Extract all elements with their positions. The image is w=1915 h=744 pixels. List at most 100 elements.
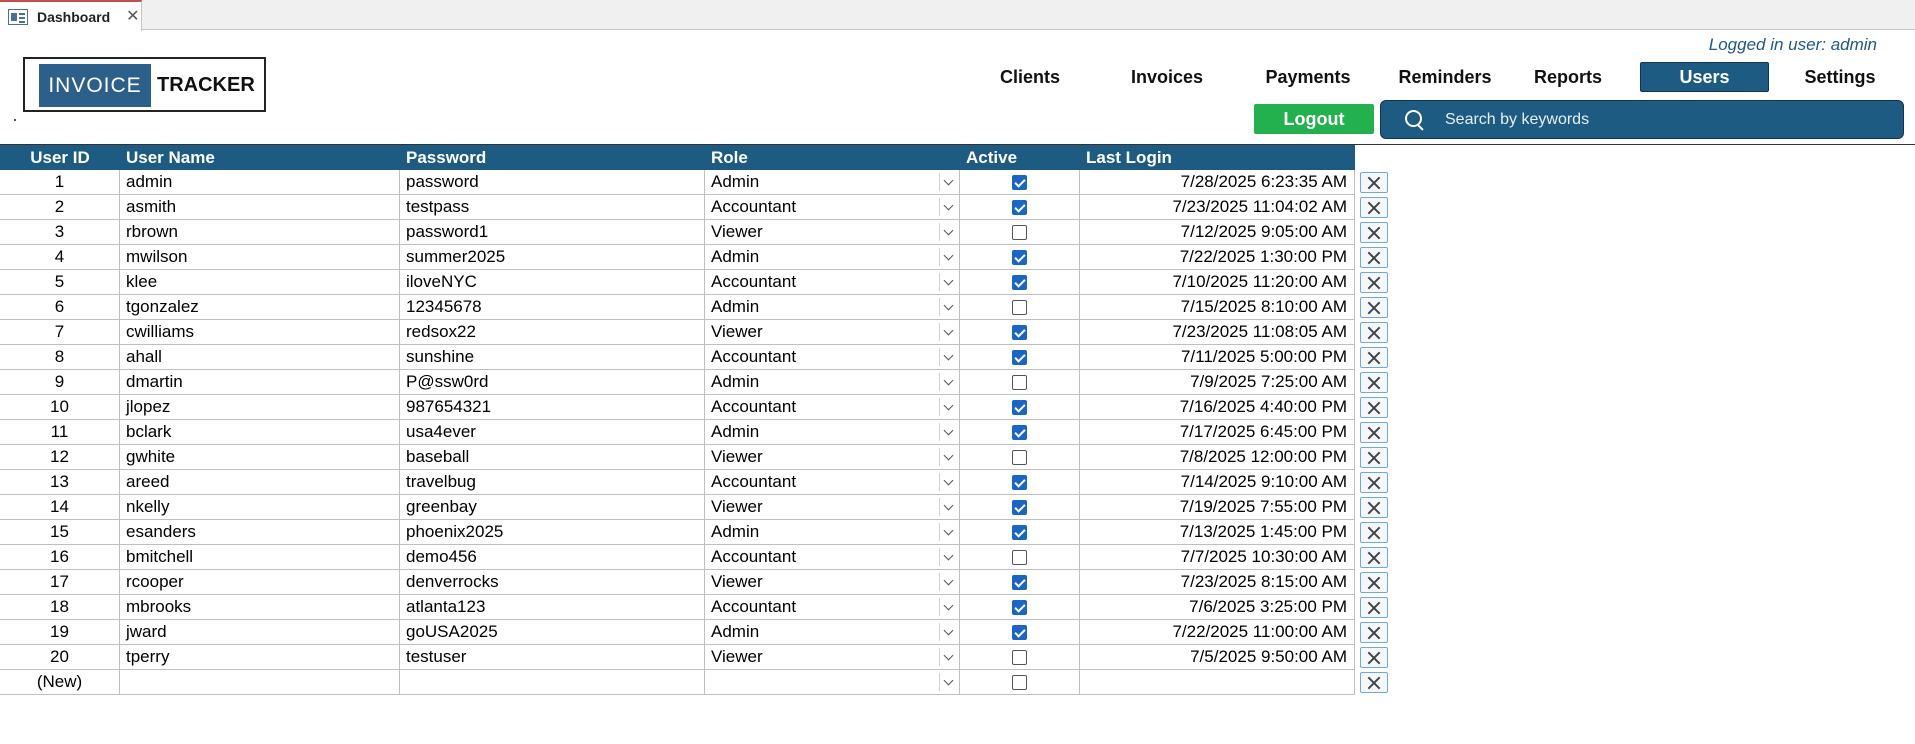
delete-row-button[interactable] [1360,572,1388,593]
cell-user-id[interactable]: 2 [0,195,120,220]
cell-user-id[interactable]: 6 [0,295,120,320]
cell-role[interactable]: Accountant [705,545,960,570]
active-checkbox[interactable] [1012,224,1027,240]
cell-user-name[interactable]: mwilson [120,245,400,270]
active-checkbox[interactable] [1012,549,1027,565]
logout-button[interactable]: Logout [1254,104,1374,134]
chevron-down-icon[interactable] [939,398,957,416]
cell-user-name[interactable]: cwilliams [120,320,400,345]
cell-user-id[interactable]: 16 [0,545,120,570]
delete-row-button[interactable] [1360,597,1388,618]
new-user-name[interactable] [120,670,400,695]
chevron-down-icon[interactable] [939,323,957,341]
cell-last-login[interactable]: 7/10/2025 11:20:00 AM [1080,270,1355,295]
table-row[interactable]: 14 nkelly greenbay Viewer 7/19/2025 7:55:00 … [0,495,1390,520]
cell-user-id[interactable]: 10 [0,395,120,420]
chevron-down-icon[interactable] [939,223,957,241]
cell-last-login[interactable]: 7/22/2025 11:00:00 AM [1080,620,1355,645]
active-checkbox[interactable] [1012,449,1027,465]
cell-user-name[interactable]: bclark [120,420,400,445]
cell-user-name[interactable]: rcooper [120,570,400,595]
active-checkbox[interactable] [1012,524,1027,540]
col-user-id[interactable]: User ID [0,145,120,170]
cell-last-login[interactable]: 7/7/2025 10:30:00 AM [1080,545,1355,570]
table-row[interactable]: 5 klee iloveNYC Accountant 7/10/2025 11:20:0… [0,270,1390,295]
cell-password[interactable]: baseball [400,445,705,470]
chevron-down-icon[interactable] [939,373,957,391]
cell-last-login[interactable]: 7/12/2025 9:05:00 AM [1080,220,1355,245]
active-checkbox[interactable] [1012,349,1027,365]
table-row[interactable]: 17 rcooper denverrocks Viewer 7/23/2025 8:15… [0,570,1390,595]
new-password[interactable] [400,670,705,695]
cell-user-id[interactable]: 11 [0,420,120,445]
cell-last-login[interactable]: 7/15/2025 8:10:00 AM [1080,295,1355,320]
cell-user-name[interactable]: ahall [120,345,400,370]
cell-password[interactable]: password1 [400,220,705,245]
new-role[interactable] [705,670,960,695]
cell-user-id[interactable]: 4 [0,245,120,270]
cell-user-name[interactable]: tperry [120,645,400,670]
cell-user-id[interactable]: 19 [0,620,120,645]
cell-user-id[interactable]: 5 [0,270,120,295]
cell-role[interactable]: Accountant [705,195,960,220]
cell-role[interactable]: Admin [705,620,960,645]
cell-password[interactable]: sunshine [400,345,705,370]
cell-password[interactable]: testpass [400,195,705,220]
nav-reports[interactable]: Reports [1518,62,1618,92]
cell-password[interactable]: summer2025 [400,245,705,270]
table-row[interactable]: 4 mwilson summer2025 Admin 7/22/2025 1:30:00… [0,245,1390,270]
chevron-down-icon[interactable] [939,598,957,616]
delete-row-button[interactable] [1360,297,1388,318]
chevron-down-icon[interactable] [939,448,957,466]
delete-row-button[interactable] [1360,497,1388,518]
cell-password[interactable]: 987654321 [400,395,705,420]
delete-row-button[interactable] [1360,397,1388,418]
table-row[interactable]: 19 jward goUSA2025 Admin 7/22/2025 11:00:00 … [0,620,1390,645]
active-checkbox[interactable] [1012,474,1027,490]
table-row[interactable]: 1 admin password Admin 7/28/2025 6:23:35 AM [0,170,1390,195]
col-password[interactable]: Password [406,145,696,170]
cell-user-name[interactable]: asmith [120,195,400,220]
active-checkbox[interactable] [1012,249,1027,265]
cell-user-name[interactable]: klee [120,270,400,295]
nav-clients[interactable]: Clients [980,62,1080,92]
delete-row-button[interactable] [1360,647,1388,668]
nav-users[interactable]: Users [1640,62,1769,92]
new-record-row[interactable]: (New) [0,670,1390,695]
cell-user-name[interactable]: nkelly [120,495,400,520]
cell-last-login[interactable]: 7/19/2025 7:55:00 PM [1080,495,1355,520]
cell-user-name[interactable]: dmartin [120,370,400,395]
cell-password[interactable]: demo456 [400,545,705,570]
active-checkbox[interactable] [1012,674,1027,690]
delete-row-button[interactable] [1360,522,1388,543]
new-last-login[interactable] [1080,670,1355,695]
cell-last-login[interactable]: 7/14/2025 9:10:00 AM [1080,470,1355,495]
chevron-down-icon[interactable] [939,623,957,641]
cell-last-login[interactable]: 7/28/2025 6:23:35 AM [1080,170,1355,195]
table-row[interactable]: 13 areed travelbug Accountant 7/14/2025 9:10… [0,470,1390,495]
col-role[interactable]: Role [711,145,951,170]
cell-user-id[interactable]: 9 [0,370,120,395]
cell-password[interactable]: usa4ever [400,420,705,445]
cell-password[interactable]: testuser [400,645,705,670]
table-row[interactable]: 16 bmitchell demo456 Accountant 7/7/2025 10:… [0,545,1390,570]
cell-role[interactable]: Viewer [705,320,960,345]
chevron-down-icon[interactable] [939,473,957,491]
cell-role[interactable]: Viewer [705,570,960,595]
cell-user-id[interactable]: 7 [0,320,120,345]
cell-user-name[interactable]: gwhite [120,445,400,470]
cell-last-login[interactable]: 7/5/2025 9:50:00 AM [1080,645,1355,670]
cell-password[interactable]: 12345678 [400,295,705,320]
cell-password[interactable]: denverrocks [400,570,705,595]
active-checkbox[interactable] [1012,324,1027,340]
delete-row-button[interactable] [1360,447,1388,468]
cell-role[interactable]: Admin [705,295,960,320]
cell-user-name[interactable]: tgonzalez [120,295,400,320]
col-active[interactable]: Active [966,145,1076,170]
cell-user-id[interactable]: 14 [0,495,120,520]
active-checkbox[interactable] [1012,399,1027,415]
col-user-name[interactable]: User Name [126,145,396,170]
table-row[interactable]: 11 bclark usa4ever Admin 7/17/2025 6:45:00 P… [0,420,1390,445]
cell-user-name[interactable]: admin [120,170,400,195]
cell-last-login[interactable]: 7/8/2025 12:00:00 PM [1080,445,1355,470]
